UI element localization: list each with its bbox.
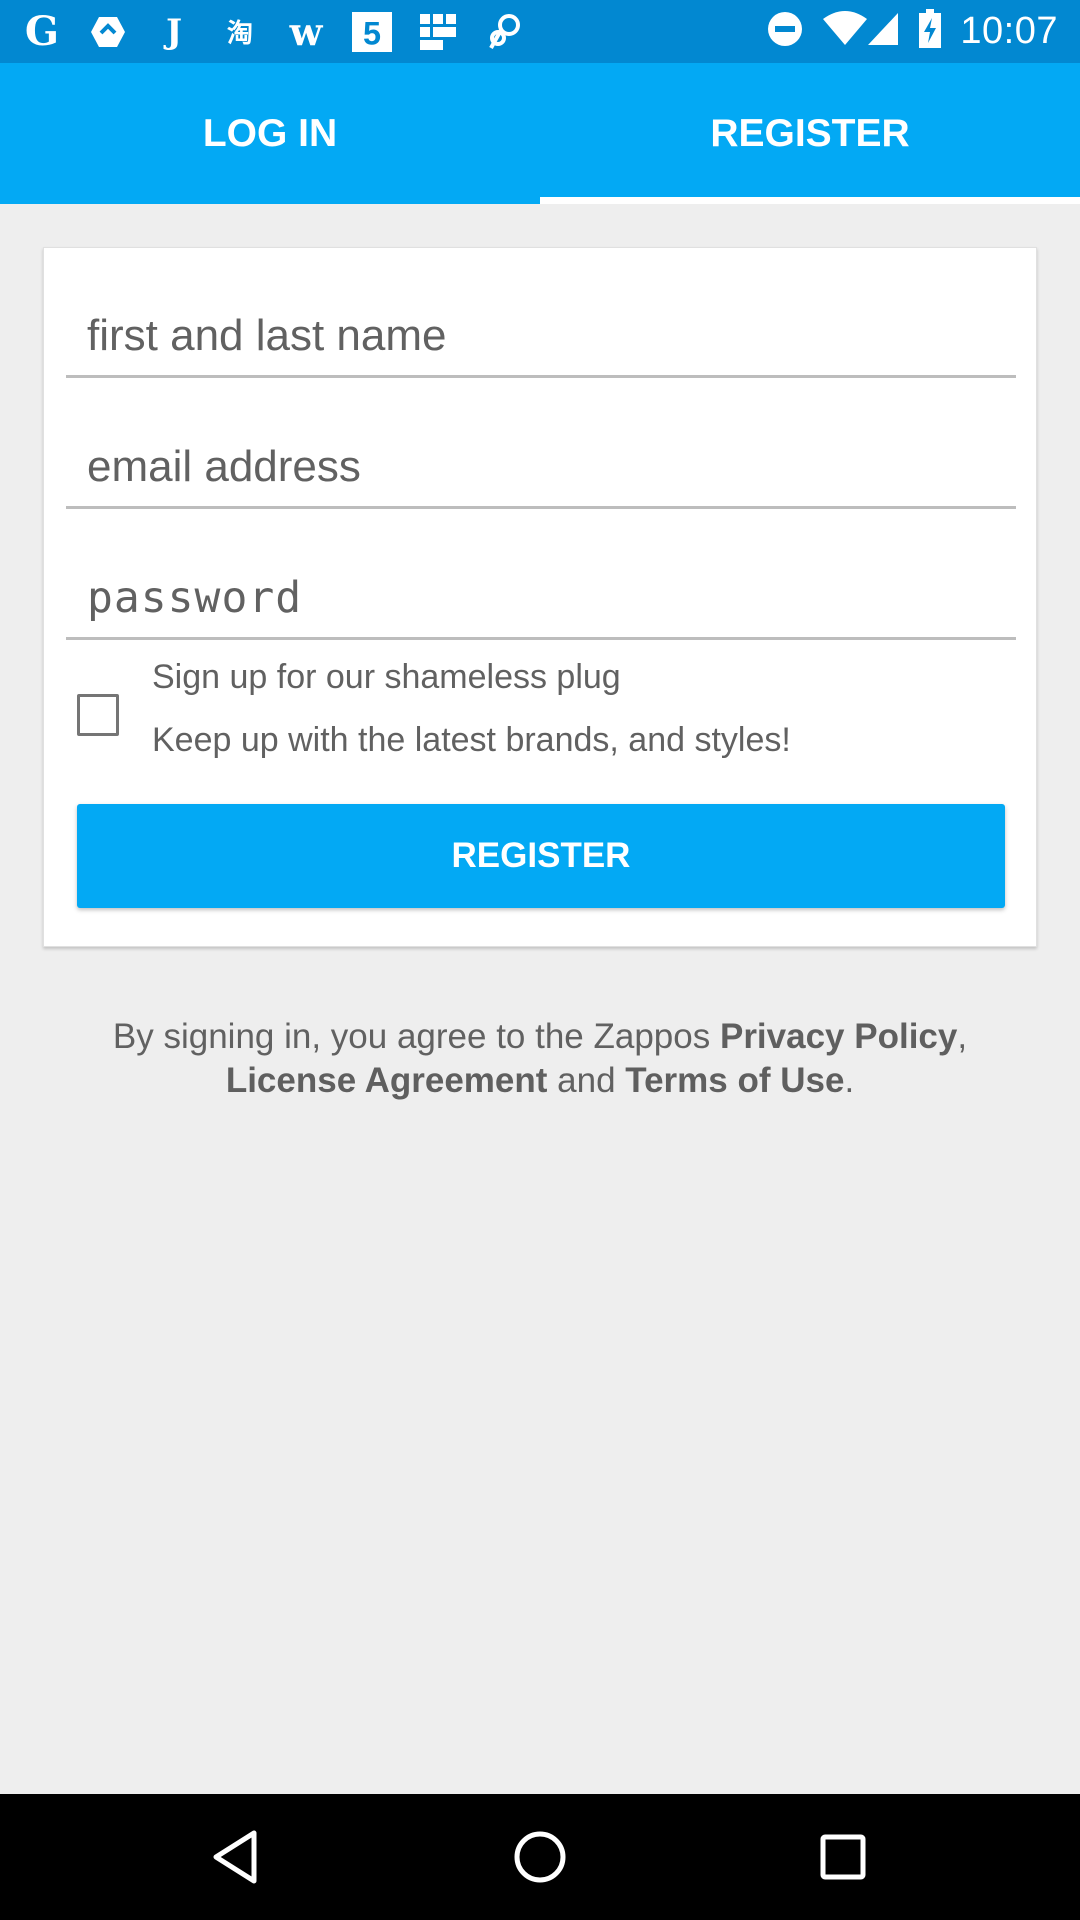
status-bar: G J 淘 w 5 10:07 — [0, 0, 1080, 63]
legal-period: . — [844, 1061, 855, 1100]
back-icon[interactable] — [206, 1827, 266, 1887]
do-not-disturb-icon — [766, 10, 804, 53]
link-app-icon — [484, 12, 524, 52]
newsletter-title: Sign up for our shameless plug — [152, 658, 621, 696]
email-field[interactable]: email address — [66, 419, 1016, 509]
register-button[interactable]: REGISTER — [77, 804, 1005, 908]
terms-of-use-link[interactable]: Terms of Use — [625, 1061, 844, 1100]
wifi-icon — [822, 11, 868, 52]
grid-app-icon — [418, 12, 458, 52]
notification-icons: G J 淘 w 5 — [22, 0, 524, 63]
password-placeholder: password — [87, 573, 303, 623]
five-app-icon: 5 — [352, 11, 392, 52]
taobao-icon: 淘 — [226, 18, 253, 48]
j-app-icon: J — [165, 11, 183, 52]
name-placeholder: first and last name — [87, 311, 447, 360]
newsletter-checkbox[interactable] — [77, 694, 119, 736]
battery-charging-icon — [918, 9, 942, 54]
inbox-icon — [88, 12, 128, 52]
google-icon: G — [24, 8, 60, 55]
legal-prefix: By signing in, you agree to the Zappos — [112, 1017, 720, 1056]
register-button-label: REGISTER — [451, 836, 631, 875]
tab-register[interactable]: REGISTER — [540, 63, 1080, 204]
w-app-icon: w — [289, 9, 323, 54]
email-placeholder: email address — [87, 442, 361, 491]
name-field[interactable]: first and last name — [66, 288, 1016, 378]
system-icons: 10:07 — [766, 0, 1058, 63]
selected-tab-indicator — [540, 197, 1080, 204]
tab-bar: LOG IN REGISTER — [0, 63, 1080, 204]
newsletter-subtitle: Keep up with the latest brands, and styl… — [152, 721, 791, 759]
clock: 10:07 — [960, 10, 1058, 52]
legal-and: and — [547, 1061, 626, 1100]
navigation-bar — [0, 1794, 1080, 1920]
password-field[interactable]: password — [66, 550, 1016, 640]
signal-icon — [866, 11, 900, 52]
tab-log-in-label: LOG IN — [202, 111, 338, 155]
license-agreement-link[interactable]: License Agreement — [226, 1061, 548, 1100]
tab-log-in[interactable]: LOG IN — [0, 63, 540, 204]
register-card: first and last name email address passwo… — [43, 247, 1037, 947]
legal-notice: By signing in, you agree to the Zappos P… — [40, 1015, 1040, 1103]
recents-icon[interactable] — [813, 1827, 873, 1887]
home-icon[interactable] — [510, 1827, 570, 1887]
privacy-policy-link[interactable]: Privacy Policy — [720, 1017, 957, 1056]
legal-comma: , — [957, 1017, 968, 1056]
svg-text:5: 5 — [363, 15, 381, 51]
tab-register-label: REGISTER — [710, 111, 910, 155]
